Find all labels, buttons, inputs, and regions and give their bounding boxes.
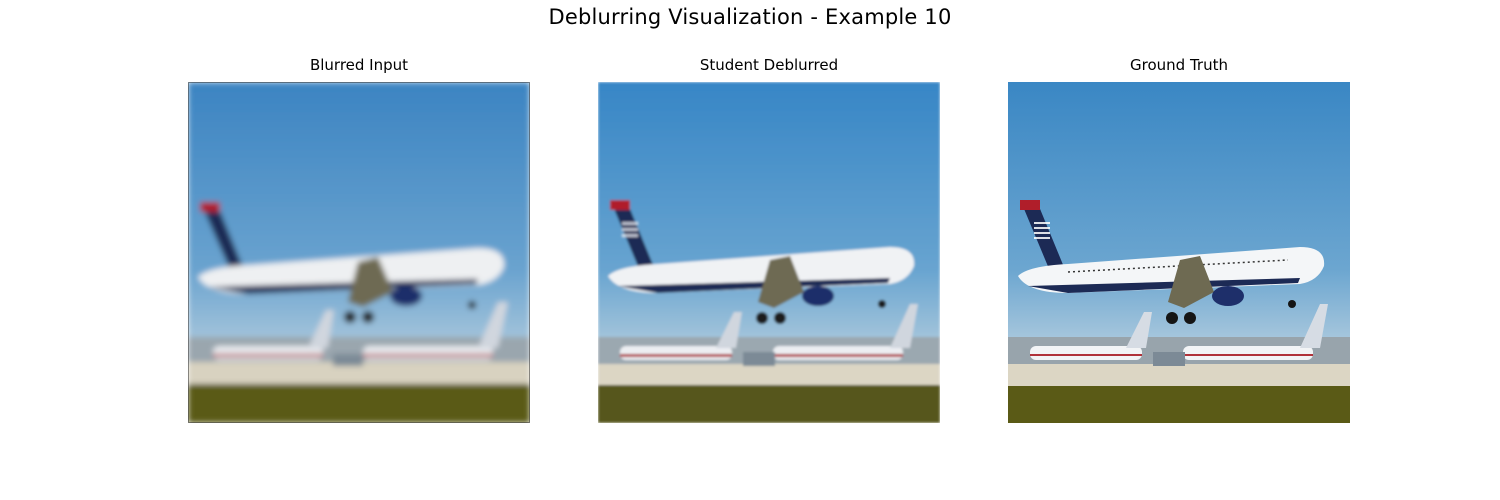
blurred-input-image (188, 82, 530, 423)
panel-title-student-deblurred: Student Deblurred (699, 56, 839, 74)
panel-title-ground-truth: Ground Truth (1130, 56, 1228, 74)
figure-title: Deblurring Visualization - Example 10 (548, 5, 952, 29)
ground-truth-image (1008, 82, 1350, 423)
panel-title-blurred-input: Blurred Input (309, 56, 409, 74)
student-deblurred-image (598, 82, 940, 423)
